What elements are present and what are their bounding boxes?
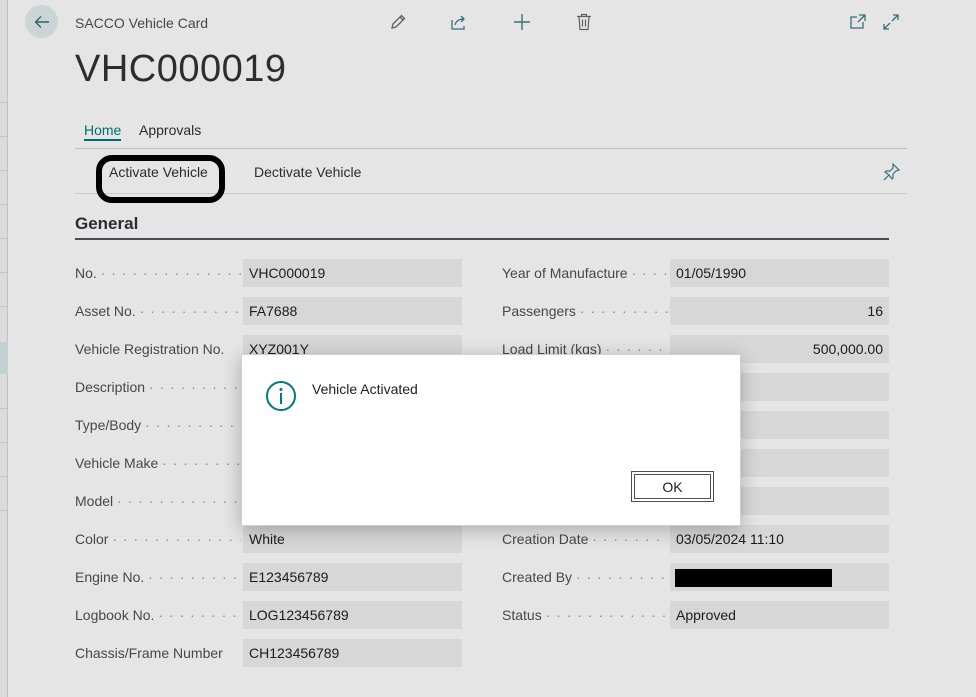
ok-button[interactable]: OK (631, 471, 714, 502)
modal-overlay (0, 0, 976, 697)
message-dialog: Vehicle Activated OK (241, 354, 741, 526)
info-icon (265, 380, 297, 412)
dialog-message: Vehicle Activated (312, 381, 418, 397)
